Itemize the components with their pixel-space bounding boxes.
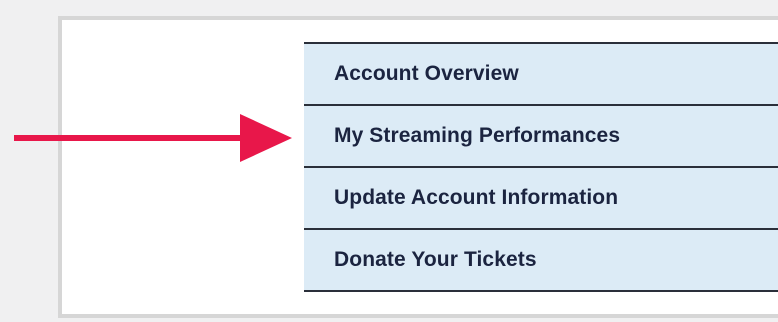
arrow-right-icon <box>14 114 292 162</box>
menu-item-my-streaming-performances[interactable]: My Streaming Performances <box>304 106 778 168</box>
menu-item-label: Donate Your Tickets <box>334 248 537 271</box>
menu-item-label: My Streaming Performances <box>334 124 621 147</box>
menu-item-account-overview[interactable]: Account Overview <box>304 44 778 106</box>
menu-item-label: Update Account Information <box>334 186 619 209</box>
menu-item-update-account-information[interactable]: Update Account Information <box>304 168 778 230</box>
menu-item-label: Account Overview <box>334 62 519 85</box>
menu-item-donate-your-tickets[interactable]: Donate Your Tickets <box>304 230 778 292</box>
account-menu: Account Overview My Streaming Performanc… <box>304 42 778 292</box>
